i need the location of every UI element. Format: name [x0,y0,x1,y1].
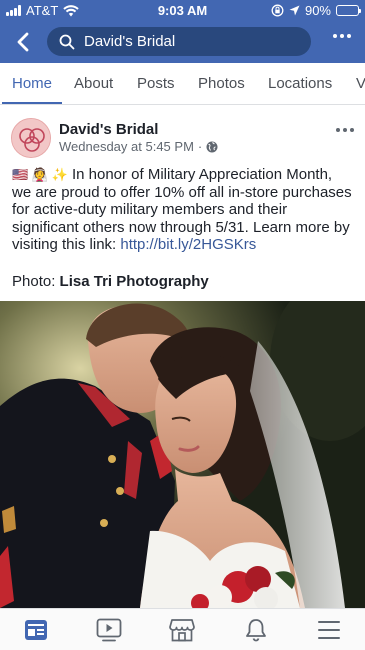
tab-locations[interactable]: Locations [268,63,332,104]
photo-credit: Photo: Lisa Tri Photography [12,273,209,290]
tab-about[interactable]: About [74,63,113,104]
more-options-button[interactable] [333,34,351,38]
post-emojis: 🇺🇸 👰 ✨ [12,167,68,182]
post-link[interactable]: http://bit.ly/2HGSKrs [120,236,256,253]
post-header: David's Bridal Wednesday at 5:45 PM · [0,106,365,166]
wedding-couple-photo [0,301,365,608]
tab-posts[interactable]: Posts [137,63,175,104]
notifications-tab[interactable] [242,617,270,643]
post-meta: Wednesday at 5:45 PM · [59,139,218,154]
marketplace-icon [169,619,195,642]
more-horizontal-icon [333,34,337,38]
post-timestamp[interactable]: Wednesday at 5:45 PM [59,139,194,154]
page-tabs: Home About Posts Photos Locations V [0,63,365,105]
battery-icon [336,5,361,16]
bottom-tab-bar [0,608,365,650]
status-bar: AT&T 9:03 AM 90% [0,0,365,22]
tab-photos[interactable]: Photos [198,63,245,104]
orientation-lock-icon [271,4,284,17]
post-options-button[interactable] [336,128,354,132]
meta-separator: · [197,139,203,154]
more-horizontal-icon [336,128,340,132]
marketplace-tab[interactable] [168,617,196,643]
post-author[interactable]: David's Bridal [59,121,158,138]
db-logo [12,119,50,157]
photo-credit-name[interactable]: Lisa Tri Photography [60,273,209,290]
news-feed-icon [25,620,47,640]
chevron-left-icon [17,32,29,52]
avatar[interactable] [11,118,51,158]
search-icon [59,34,75,49]
location-arrow-icon [289,5,300,16]
search-input[interactable]: David's Bridal [47,27,311,56]
tab-more[interactable]: V [356,63,365,104]
status-right: 90% [271,3,361,18]
video-icon [96,618,122,642]
tab-home[interactable]: Home [1,63,63,104]
photo-credit-label: Photo: [12,273,60,290]
search-query: David's Bridal [84,33,176,50]
post-text: 🇺🇸 👰 ✨ In honor of Military Appreciation… [12,166,355,254]
globe-icon [206,141,218,152]
notifications-icon [246,619,266,642]
back-button[interactable] [10,28,36,56]
post-photo[interactable] [0,301,365,608]
menu-icon [318,621,340,639]
top-bar: AT&T 9:03 AM 90% David's Bridal [0,0,365,63]
news-feed-tab[interactable] [22,617,50,643]
search-navbar: David's Bridal [0,22,365,63]
video-tab[interactable] [95,617,123,643]
battery-percent: 90% [304,3,331,18]
menu-tab[interactable] [315,617,343,643]
